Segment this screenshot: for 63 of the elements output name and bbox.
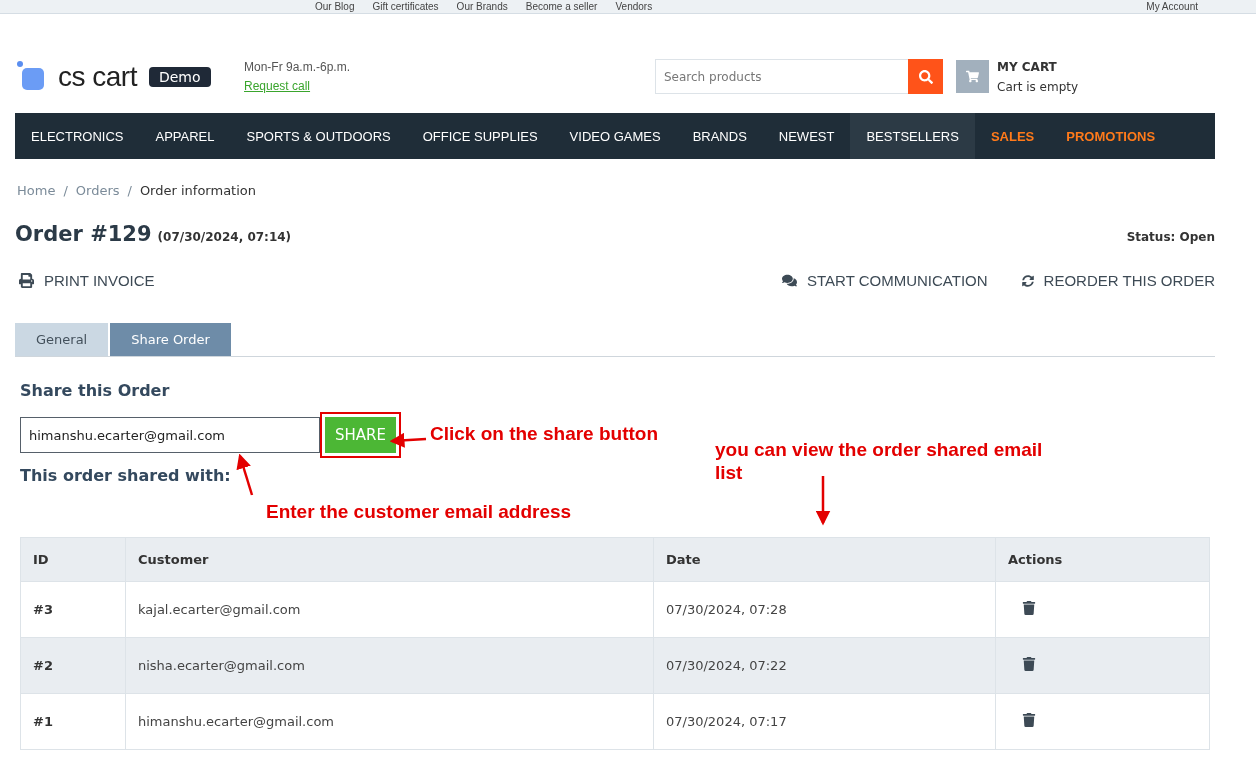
- search-field[interactable]: Search products: [655, 59, 908, 94]
- annotation-text: Click on the share button: [430, 422, 659, 445]
- order-title: Order #129: [15, 222, 152, 246]
- delete-icon[interactable]: [1022, 713, 1036, 727]
- menu-item[interactable]: SALES: [974, 113, 1051, 159]
- search-button[interactable]: [908, 59, 943, 94]
- table-cell: 07/30/2024, 07:28: [653, 581, 996, 638]
- breadcrumb[interactable]: Home: [17, 183, 56, 198]
- menu-item[interactable]: BESTSELLERS: [850, 113, 975, 159]
- breadcrumb[interactable]: Orders: [75, 183, 120, 198]
- column-header: Customer: [125, 537, 654, 582]
- top-link[interactable]: Become a seller: [525, 0, 598, 13]
- search-icon: [918, 69, 933, 84]
- annotation-text: Enter the customer email address: [266, 500, 572, 523]
- email-field[interactable]: himanshu.ecarter@gmail.com: [20, 417, 320, 453]
- reorder-link[interactable]: REORDER THIS ORDER: [1021, 272, 1215, 289]
- column-header: Actions: [995, 537, 1210, 582]
- delete-icon[interactable]: [1022, 601, 1036, 615]
- breadcrumb-separator: /: [63, 183, 68, 198]
- table-cell: himanshu.ecarter@gmail.com: [125, 693, 654, 750]
- cart-status: Cart is empty: [997, 79, 1079, 94]
- table-cell: #2: [20, 637, 126, 694]
- order-status: Status: Open: [1126, 230, 1215, 244]
- table-cell: 07/30/2024, 07:17: [653, 693, 996, 750]
- menu-item[interactable]: ELECTRONICS: [15, 113, 140, 159]
- logo-text: cs cart: [58, 60, 137, 93]
- start-communication-link[interactable]: START COMMUNICATION: [782, 272, 988, 289]
- tab[interactable]: Share Order: [110, 323, 231, 356]
- menu-item[interactable]: NEWEST: [762, 113, 851, 159]
- menu-item[interactable]: APPAREL: [139, 113, 231, 159]
- table-cell: kajal.ecarter@gmail.com: [125, 581, 654, 638]
- column-header: Date: [653, 537, 996, 582]
- arrow: [817, 476, 829, 528]
- breadcrumb[interactable]: Order information: [139, 183, 256, 198]
- menu-item[interactable]: OFFICE SUPPLIES: [406, 113, 554, 159]
- hours-text: Mon-Fr 9a.m.-6p.m.: [244, 60, 351, 74]
- demo-badge: Demo: [148, 66, 211, 87]
- refresh-icon: [1021, 274, 1034, 287]
- cart-title[interactable]: MY CART: [997, 59, 1079, 74]
- annotation-text: you can view the order shared email list: [715, 438, 1044, 484]
- column-header: ID: [20, 537, 126, 582]
- print-invoice-link[interactable]: PRINT INVOICE: [19, 272, 155, 289]
- table-cell: #1: [20, 693, 126, 750]
- breadcrumb-separator: /: [127, 183, 132, 198]
- top-link[interactable]: Gift certificates: [372, 0, 439, 13]
- tab[interactable]: General: [15, 323, 109, 356]
- order-date: (07/30/2024, 07:14): [157, 230, 292, 244]
- menu-item[interactable]: VIDEO GAMES: [553, 113, 677, 159]
- top-link[interactable]: Vendors: [615, 0, 653, 13]
- top-link[interactable]: Our Blog: [315, 0, 355, 13]
- menu-item[interactable]: PROMOTIONS: [1050, 113, 1172, 159]
- chat-icon: [782, 273, 797, 288]
- table-cell: nisha.ecarter@gmail.com: [125, 637, 654, 694]
- account-link[interactable]: My Account: [1146, 0, 1198, 13]
- delete-icon[interactable]: [1022, 657, 1036, 671]
- share-heading: Share this Order: [20, 381, 170, 400]
- table-cell: 07/30/2024, 07:22: [653, 637, 996, 694]
- shared-with-heading: This order shared with:: [20, 466, 231, 485]
- menu-item[interactable]: BRANDS: [676, 113, 763, 159]
- top-link[interactable]: Our Brands: [456, 0, 508, 13]
- menu-item[interactable]: SPORTS & OUTDOORS: [230, 113, 407, 159]
- printer-icon: [19, 273, 34, 288]
- table-cell: #3: [20, 581, 126, 638]
